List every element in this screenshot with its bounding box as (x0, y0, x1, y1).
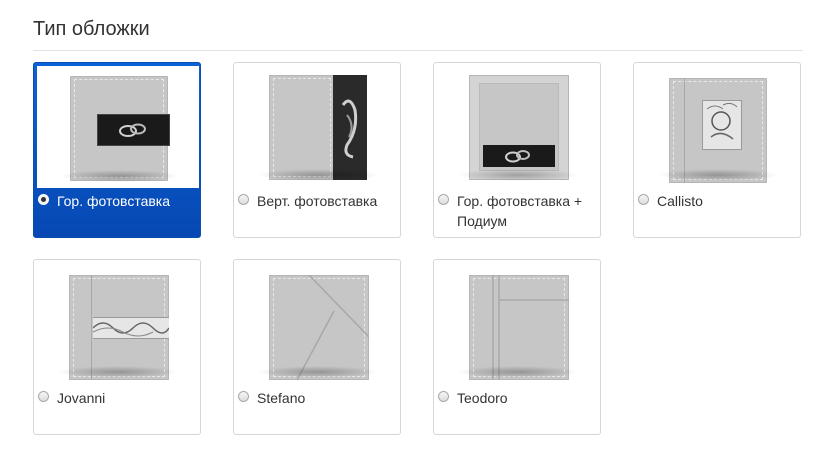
cover-preview-image (36, 262, 198, 384)
option-label: Callisto (657, 193, 703, 209)
option-label: Гор. фотовставка (57, 193, 171, 209)
cover-option-vertical-photo[interactable]: Верт. фотовставка (233, 62, 401, 238)
option-label: Гор. фотовставка + Подиум (457, 193, 583, 229)
cover-preview-image (37, 66, 199, 188)
radio-button[interactable] (238, 391, 249, 402)
cover-option-horizontal-photo-podium[interactable]: Гор. фотовставка + Подиум (433, 62, 601, 238)
option-label: Teodoro (457, 390, 508, 406)
title-divider (33, 50, 803, 51)
radio-button[interactable] (238, 194, 249, 205)
cover-preview-image (436, 65, 598, 187)
option-label: Верт. фотовставка (257, 193, 378, 209)
cover-preview-image (636, 65, 798, 187)
cover-preview-image (436, 262, 598, 384)
cover-preview-image (236, 65, 398, 187)
cover-option-horizontal-photo[interactable]: Гор. фотовставка (33, 62, 201, 238)
cover-option-callisto[interactable]: Callisto (633, 62, 801, 238)
radio-button[interactable] (438, 194, 449, 205)
radio-button[interactable] (38, 391, 49, 402)
cover-option-teodoro[interactable]: Teodoro (433, 259, 601, 435)
cover-option-stefano[interactable]: Stefano (233, 259, 401, 435)
section-title: Тип обложки (33, 18, 150, 40)
radio-button[interactable] (38, 194, 49, 205)
radio-button[interactable] (438, 391, 449, 402)
radio-button[interactable] (638, 194, 649, 205)
option-label: Jovanni (57, 390, 106, 406)
option-label: Stefano (257, 390, 306, 406)
cover-option-jovanni[interactable]: Jovanni (33, 259, 201, 435)
cover-preview-image (236, 262, 398, 384)
